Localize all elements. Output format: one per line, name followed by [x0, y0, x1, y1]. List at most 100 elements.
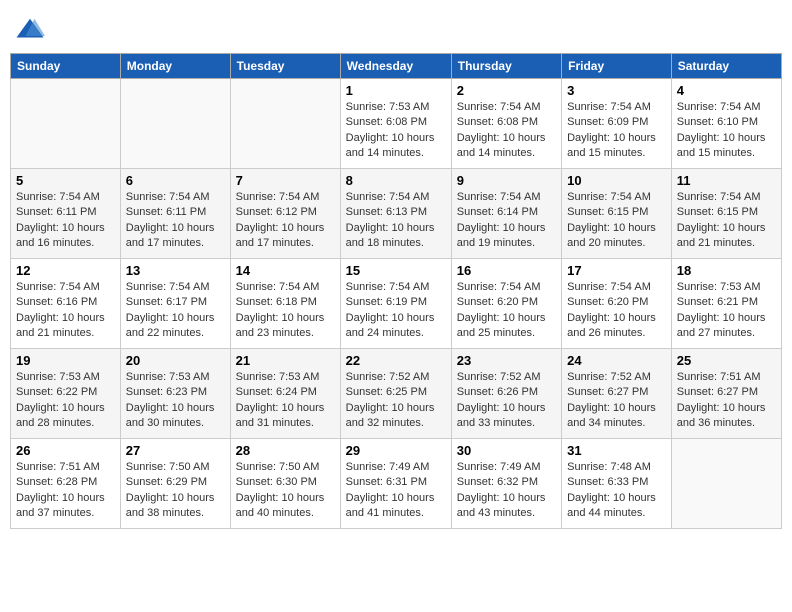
calendar-cell: 19 Sunrise: 7:53 AMSunset: 6:22 PMDayligh… — [11, 349, 121, 439]
day-info: Sunrise: 7:54 AMSunset: 6:15 PMDaylight:… — [567, 190, 666, 252]
calendar-cell: 31 Sunrise: 7:48 AMSunset: 6:33 PMDayligh… — [562, 439, 672, 529]
calendar-cell: 6 Sunrise: 7:54 AMSunset: 6:11 PMDaylight… — [120, 169, 230, 259]
calendar-cell: 14Sunrise: 7:54 AMSunset: 6:18 PMDayligh… — [230, 259, 340, 349]
day-number: 30 — [457, 443, 556, 458]
calendar-cell — [671, 439, 781, 529]
day-info: Sunrise: 7:54 AMSunset: 6:17 PMDaylight:… — [126, 280, 225, 342]
calendar-week-5: 26 Sunrise: 7:51 AMSunset: 6:28 PMDayligh… — [11, 439, 782, 529]
day-info: Sunrise: 7:50 AMSunset: 6:30 PMDaylight:… — [236, 460, 335, 522]
day-info: Sunrise: 7:53 AMSunset: 6:08 PMDaylight:… — [346, 100, 446, 162]
day-info: Sunrise: 7:54 AMSunset: 6:10 PMDaylight:… — [677, 100, 776, 162]
day-info: Sunrise: 7:49 AMSunset: 6:31 PMDaylight:… — [346, 460, 446, 522]
calendar-cell: 17Sunrise: 7:54 AMSunset: 6:20 PMDayligh… — [562, 259, 672, 349]
calendar-cell: 10 Sunrise: 7:54 AMSunset: 6:15 PMDayligh… — [562, 169, 672, 259]
day-info: Sunrise: 7:54 AMSunset: 6:09 PMDaylight:… — [567, 100, 666, 162]
day-number: 12 — [16, 263, 115, 278]
day-info: Sunrise: 7:49 AMSunset: 6:32 PMDaylight:… — [457, 460, 556, 522]
day-info: Sunrise: 7:54 AMSunset: 6:20 PMDaylight:… — [457, 280, 556, 342]
calendar-week-2: 5 Sunrise: 7:54 AMSunset: 6:11 PMDaylight… — [11, 169, 782, 259]
day-info: Sunrise: 7:54 AMSunset: 6:11 PMDaylight:… — [126, 190, 225, 252]
day-number: 19 — [16, 353, 115, 368]
day-info: Sunrise: 7:53 AMSunset: 6:24 PMDaylight:… — [236, 370, 335, 432]
day-info: Sunrise: 7:54 AMSunset: 6:12 PMDaylight:… — [236, 190, 335, 252]
calendar-cell: 1 Sunrise: 7:53 AMSunset: 6:08 PMDaylight… — [340, 79, 451, 169]
calendar-table: SundayMondayTuesdayWednesdayThursdayFrid… — [10, 53, 782, 529]
day-info: Sunrise: 7:51 AMSunset: 6:28 PMDaylight:… — [16, 460, 115, 522]
calendar-cell: 26 Sunrise: 7:51 AMSunset: 6:28 PMDayligh… — [11, 439, 121, 529]
day-info: Sunrise: 7:51 AMSunset: 6:27 PMDaylight:… — [677, 370, 776, 432]
calendar-cell: 15Sunrise: 7:54 AMSunset: 6:19 PMDayligh… — [340, 259, 451, 349]
day-info: Sunrise: 7:54 AMSunset: 6:18 PMDaylight:… — [236, 280, 335, 342]
day-number: 10 — [567, 173, 666, 188]
calendar-body: 1 Sunrise: 7:53 AMSunset: 6:08 PMDaylight… — [11, 79, 782, 529]
calendar-cell: 9Sunrise: 7:54 AMSunset: 6:14 PMDaylight… — [451, 169, 561, 259]
day-info: Sunrise: 7:54 AMSunset: 6:19 PMDaylight:… — [346, 280, 446, 342]
calendar-cell: 25 Sunrise: 7:51 AMSunset: 6:27 PMDayligh… — [671, 349, 781, 439]
day-number: 8 — [346, 173, 446, 188]
day-info: Sunrise: 7:52 AMSunset: 6:27 PMDaylight:… — [567, 370, 666, 432]
calendar-cell: 12 Sunrise: 7:54 AMSunset: 6:16 PMDayligh… — [11, 259, 121, 349]
day-info: Sunrise: 7:53 AMSunset: 6:21 PMDaylight:… — [677, 280, 776, 342]
day-header-monday: Monday — [120, 54, 230, 79]
calendar-cell: 3Sunrise: 7:54 AMSunset: 6:09 PMDaylight… — [562, 79, 672, 169]
day-info: Sunrise: 7:54 AMSunset: 6:11 PMDaylight:… — [16, 190, 115, 252]
calendar-cell — [11, 79, 121, 169]
day-info: Sunrise: 7:54 AMSunset: 6:13 PMDaylight:… — [346, 190, 446, 252]
day-number: 4 — [677, 83, 776, 98]
calendar-cell: 2Sunrise: 7:54 AMSunset: 6:08 PMDaylight… — [451, 79, 561, 169]
day-number: 23 — [457, 353, 556, 368]
day-info: Sunrise: 7:54 AMSunset: 6:16 PMDaylight:… — [16, 280, 115, 342]
day-number: 13 — [126, 263, 225, 278]
day-info: Sunrise: 7:54 AMSunset: 6:15 PMDaylight:… — [677, 190, 776, 252]
day-number: 2 — [457, 83, 556, 98]
page-header — [10, 10, 782, 45]
calendar-week-3: 12 Sunrise: 7:54 AMSunset: 6:16 PMDayligh… — [11, 259, 782, 349]
day-header-wednesday: Wednesday — [340, 54, 451, 79]
calendar-cell: 16Sunrise: 7:54 AMSunset: 6:20 PMDayligh… — [451, 259, 561, 349]
calendar-cell: 13 Sunrise: 7:54 AMSunset: 6:17 PMDayligh… — [120, 259, 230, 349]
day-number: 17 — [567, 263, 666, 278]
day-number: 31 — [567, 443, 666, 458]
logo-icon — [15, 15, 45, 45]
day-header-sunday: Sunday — [11, 54, 121, 79]
calendar-cell: 20Sunrise: 7:53 AMSunset: 6:23 PMDayligh… — [120, 349, 230, 439]
day-header-tuesday: Tuesday — [230, 54, 340, 79]
calendar-cell: 23Sunrise: 7:52 AMSunset: 6:26 PMDayligh… — [451, 349, 561, 439]
calendar-week-1: 1 Sunrise: 7:53 AMSunset: 6:08 PMDaylight… — [11, 79, 782, 169]
day-info: Sunrise: 7:50 AMSunset: 6:29 PMDaylight:… — [126, 460, 225, 522]
day-number: 21 — [236, 353, 335, 368]
calendar-cell: 24 Sunrise: 7:52 AMSunset: 6:27 PMDayligh… — [562, 349, 672, 439]
day-number: 25 — [677, 353, 776, 368]
calendar-cell: 29 Sunrise: 7:49 AMSunset: 6:31 PMDayligh… — [340, 439, 451, 529]
calendar-week-4: 19 Sunrise: 7:53 AMSunset: 6:22 PMDayligh… — [11, 349, 782, 439]
day-header-friday: Friday — [562, 54, 672, 79]
calendar-cell: 11Sunrise: 7:54 AMSunset: 6:15 PMDayligh… — [671, 169, 781, 259]
day-number: 29 — [346, 443, 446, 458]
calendar-cell: 7 Sunrise: 7:54 AMSunset: 6:12 PMDaylight… — [230, 169, 340, 259]
day-info: Sunrise: 7:53 AMSunset: 6:22 PMDaylight:… — [16, 370, 115, 432]
day-number: 27 — [126, 443, 225, 458]
day-info: Sunrise: 7:53 AMSunset: 6:23 PMDaylight:… — [126, 370, 225, 432]
day-header-thursday: Thursday — [451, 54, 561, 79]
day-header-saturday: Saturday — [671, 54, 781, 79]
calendar-cell: 8 Sunrise: 7:54 AMSunset: 6:13 PMDaylight… — [340, 169, 451, 259]
calendar-cell: 27 Sunrise: 7:50 AMSunset: 6:29 PMDayligh… — [120, 439, 230, 529]
day-number: 5 — [16, 173, 115, 188]
calendar-cell — [120, 79, 230, 169]
calendar-cell: 18Sunrise: 7:53 AMSunset: 6:21 PMDayligh… — [671, 259, 781, 349]
calendar-cell: 22 Sunrise: 7:52 AMSunset: 6:25 PMDayligh… — [340, 349, 451, 439]
calendar-cell — [230, 79, 340, 169]
calendar-cell: 30 Sunrise: 7:49 AMSunset: 6:32 PMDayligh… — [451, 439, 561, 529]
day-number: 1 — [346, 83, 446, 98]
day-number: 7 — [236, 173, 335, 188]
day-number: 24 — [567, 353, 666, 368]
day-number: 28 — [236, 443, 335, 458]
logo — [15, 15, 49, 45]
day-number: 6 — [126, 173, 225, 188]
day-info: Sunrise: 7:48 AMSunset: 6:33 PMDaylight:… — [567, 460, 666, 522]
calendar-cell: 5 Sunrise: 7:54 AMSunset: 6:11 PMDaylight… — [11, 169, 121, 259]
calendar-cell: 28 Sunrise: 7:50 AMSunset: 6:30 PMDayligh… — [230, 439, 340, 529]
day-number: 26 — [16, 443, 115, 458]
day-info: Sunrise: 7:52 AMSunset: 6:25 PMDaylight:… — [346, 370, 446, 432]
day-number: 22 — [346, 353, 446, 368]
